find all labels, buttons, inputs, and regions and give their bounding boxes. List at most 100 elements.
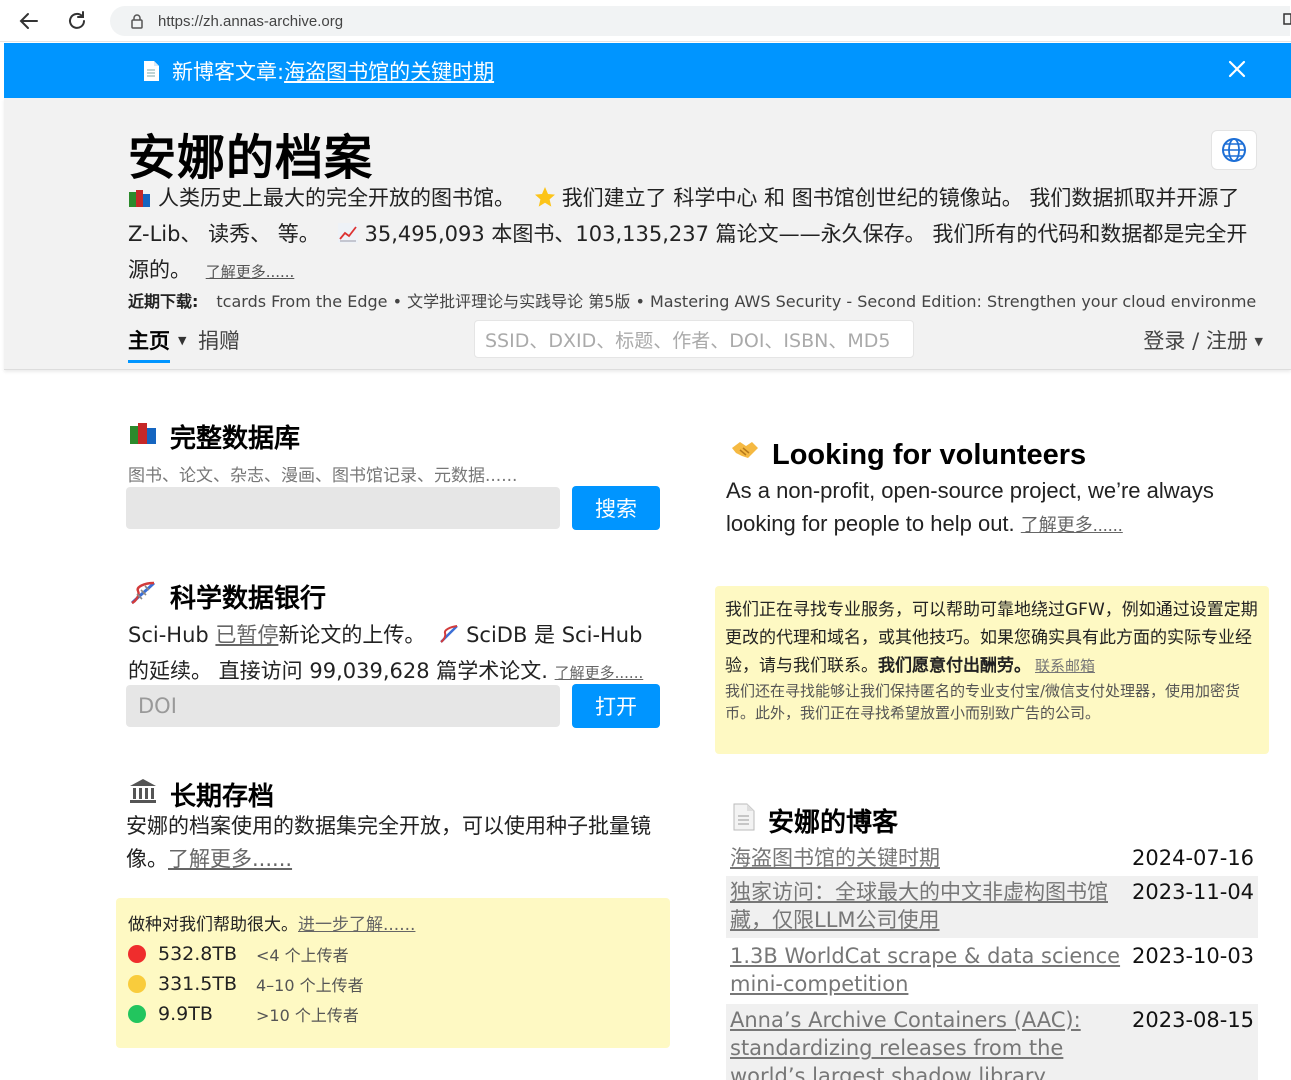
archive-heading: 长期存档 xyxy=(128,776,668,813)
gfw-text-2: 我们还在寻找能够让我们保持匿名的专业支付宝/微信支付处理器，使用加密货币。此外，… xyxy=(725,682,1241,722)
status-dot-icon xyxy=(128,975,146,993)
blog-heading: 安娜的博客 xyxy=(732,802,898,839)
seeding-size: 9.9TB xyxy=(158,1003,213,1025)
books-icon xyxy=(128,420,158,453)
institution-icon xyxy=(128,777,158,812)
lock-icon xyxy=(130,13,144,29)
scidb-text-1: Sci-Hub xyxy=(128,623,216,647)
chevron-down-icon: ▼ xyxy=(1254,335,1263,348)
blog-post-date: 2023-08-15 xyxy=(1132,1008,1255,1032)
site-title[interactable]: 安娜的档案 xyxy=(128,118,373,188)
blog-post-row: 独家访问：全球最大的中文非虚构图书馆藏，仅限LLM公司使用 2023-11-04 xyxy=(726,876,1258,938)
contact-email-link[interactable]: 联系邮箱 xyxy=(1035,657,1095,675)
dna-icon xyxy=(438,622,460,655)
main-nav: 主页 ▼ 捐赠 SSID、DXID、标题、作者、DOI、ISBN、MD5 登录 … xyxy=(128,320,1263,364)
language-button[interactable] xyxy=(1211,130,1257,170)
seeding-label: <4 个上传者 xyxy=(256,946,349,965)
search-button[interactable]: 搜索 xyxy=(572,486,660,530)
handshake-icon xyxy=(730,438,760,472)
full-database-section: 完整数据库 图书、论文、杂志、漫画、图书馆记录、元数据...... xyxy=(128,418,517,486)
url-text: https://zh.annas-archive.org xyxy=(158,12,344,30)
blog-post-date: 2023-11-04 xyxy=(1132,880,1255,904)
full-database-title: 完整数据库 xyxy=(170,424,301,454)
site-header: 安娜的档案 人类历史上最大的完全开放的图书馆。 我们建立了 科学中心 和 图书馆… xyxy=(4,98,1291,370)
learn-more-link[interactable]: 了解更多...... xyxy=(206,263,295,281)
scidb-description: Sci-Hub 已暂停新论文的上传。 SciDB 是 Sci-Hub 的延续。 … xyxy=(128,619,668,690)
document-icon xyxy=(732,803,756,838)
status-dot-icon xyxy=(128,1005,146,1023)
volunteers-text: As a non-profit, open-source project, we… xyxy=(726,478,1214,536)
blog-post-link[interactable]: 1.3B WorldCat scrape & data science mini… xyxy=(726,942,1126,1002)
scidb-text-2: 新论文的上传。 xyxy=(278,623,426,647)
seeding-label: 4–10 个上传者 xyxy=(256,976,364,995)
archive-section: 长期存档 xyxy=(128,776,668,813)
banner-blog-link[interactable]: 海盗图书馆的关键时期 xyxy=(284,56,494,86)
gfw-bold: 我们愿意付出酬劳。 xyxy=(878,656,1031,676)
seeding-legend-row: 532.8TB <4 个上传者 xyxy=(128,939,658,969)
tab-donate[interactable]: 捐赠 xyxy=(198,325,240,355)
blog-post-link[interactable]: Anna’s Archive Containers (AAC): standar… xyxy=(726,1006,1126,1080)
scidb-section: 科学数据银行 Sci-Hub 已暂停新论文的上传。 SciDB 是 Sci-Hu… xyxy=(128,578,668,690)
recent-label: 近期下载: xyxy=(128,292,199,311)
scidb-title: 科学数据银行 xyxy=(170,584,327,614)
banner-prefix: 新博客文章: xyxy=(172,59,285,84)
seeding-learn-more-link[interactable]: 进一步了解...... xyxy=(298,915,415,935)
back-arrow-icon[interactable] xyxy=(16,8,42,34)
seeding-text-row: 做种对我们帮助很大。进一步了解...... xyxy=(128,910,658,935)
chevron-down-icon[interactable]: ▼ xyxy=(178,334,186,347)
books-icon xyxy=(128,185,152,218)
address-bar[interactable]: https://zh.annas-archive.org xyxy=(110,6,1290,36)
blog-post-date: 2024-07-16 xyxy=(1132,846,1255,870)
globe-icon xyxy=(1222,138,1246,162)
intro-text-1: 人类历史上最大的完全开放的图书馆。 xyxy=(158,186,515,210)
doi-input[interactable]: DOI xyxy=(126,685,560,727)
document-icon xyxy=(142,60,160,82)
browser-toolbar: https://zh.annas-archive.org xyxy=(0,0,1291,42)
archive-title: 长期存档 xyxy=(170,782,275,812)
seeding-legend: 532.8TB <4 个上传者 331.5TB 4–10 个上传者 9.9TB >10 个… xyxy=(128,939,658,1029)
volunteers-title: Looking for volunteers xyxy=(772,438,1087,471)
seeding-size: 331.5TB xyxy=(158,973,238,995)
recent-downloads: 近期下载: tcards From the Edge • 文学批评理论与实践导论 … xyxy=(128,288,1256,312)
volunteers-description: As a non-profit, open-source project, we… xyxy=(726,474,1266,542)
full-database-search-input[interactable] xyxy=(126,487,560,529)
site-intro: 人类历史上最大的完全开放的图书馆。 我们建立了 科学中心 和 图书馆创世纪的镜像… xyxy=(128,182,1258,289)
paused-link[interactable]: 已暂停 xyxy=(215,623,278,647)
blog-post-link[interactable]: 独家访问：全球最大的中文非虚构图书馆藏，仅限LLM公司使用 xyxy=(726,878,1126,938)
seeding-size: 532.8TB xyxy=(158,943,238,965)
scidb-heading: 科学数据银行 xyxy=(128,578,668,615)
volunteers-section: Looking for volunteers xyxy=(730,438,1270,472)
reload-icon[interactable] xyxy=(64,8,90,34)
scidb-learn-more-link[interactable]: 了解更多...... xyxy=(555,664,644,682)
announcement-banner: 新博客文章: 海盗图书馆的关键时期 xyxy=(4,43,1291,98)
tab-home[interactable]: 主页 xyxy=(128,325,170,363)
blog-post-row: 海盗图书馆的关键时期 2024-07-16 xyxy=(726,842,1258,874)
blog-post-link[interactable]: 海盗图书馆的关键时期 xyxy=(726,844,1126,874)
archive-learn-more-link[interactable]: 了解更多...... xyxy=(168,847,292,871)
archive-description: 安娜的档案使用的数据集完全开放，可以使用种子批量镜像。了解更多...... xyxy=(126,810,666,876)
close-icon[interactable] xyxy=(1227,59,1249,81)
open-button[interactable]: 打开 xyxy=(572,684,660,728)
blog-post-date: 2023-10-03 xyxy=(1132,944,1255,968)
blog-post-row: 1.3B WorldCat scrape & data science mini… xyxy=(726,940,1258,1002)
login-label: 登录 / 注册 xyxy=(1143,329,1248,353)
full-database-subtitle: 图书、论文、杂志、漫画、图书馆记录、元数据...... xyxy=(128,466,518,486)
full-database-heading: 完整数据库 xyxy=(128,418,517,455)
recent-items[interactable]: tcards From the Edge • 文学批评理论与实践导论 第5版 •… xyxy=(216,292,1256,311)
blog-section: 安娜的博客 xyxy=(732,802,898,839)
chart-icon xyxy=(337,221,359,254)
seeding-legend-row: 9.9TB >10 个上传者 xyxy=(128,999,658,1029)
search-input[interactable]: SSID、DXID、标题、作者、DOI、ISBN、MD5 xyxy=(474,320,914,358)
seeding-text: 做种对我们帮助很大。 xyxy=(128,915,298,935)
seeding-legend-row: 331.5TB 4–10 个上传者 xyxy=(128,969,658,999)
blog-title: 安娜的博客 xyxy=(768,808,899,838)
gfw-notice: 我们正在寻找专业服务，可以帮助可靠地绕过GFW，例如通过设置定期更改的代理和域名… xyxy=(715,586,1269,754)
volunteers-heading: Looking for volunteers xyxy=(730,438,1270,472)
seeding-label: >10 个上传者 xyxy=(256,1006,359,1025)
status-dot-icon xyxy=(128,945,146,963)
login-register-link[interactable]: 登录 / 注册 ▼ xyxy=(1143,325,1263,355)
volunteers-learn-more-link[interactable]: 了解更多...... xyxy=(1021,515,1123,535)
gfw-text-block: 我们正在寻找专业服务，可以帮助可靠地绕过GFW，例如通过设置定期更改的代理和域名… xyxy=(725,596,1259,680)
dna-icon xyxy=(128,579,158,614)
reader-view-icon[interactable] xyxy=(1283,12,1291,28)
